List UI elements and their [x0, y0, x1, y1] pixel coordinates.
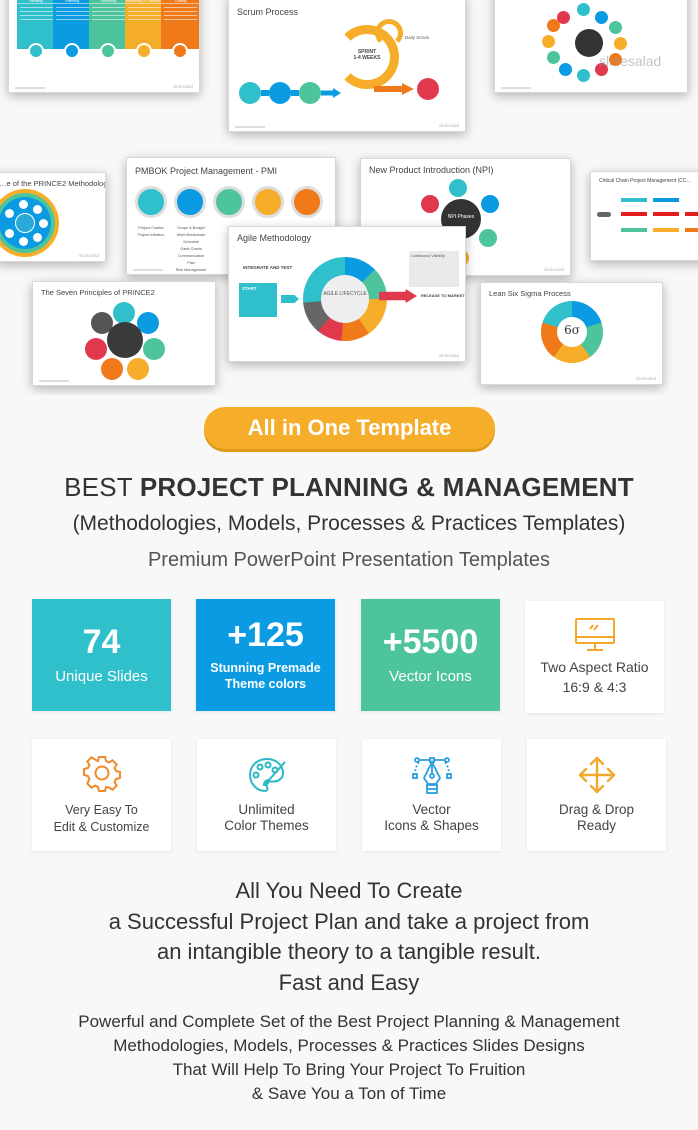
- stat-tile-vector-icons: +5500 Vector Icons: [361, 599, 500, 711]
- slide-thumbnail-benefits-mind-map: slidesalad: [494, 0, 688, 93]
- subheading: (Methodologies, Models, Processes & Prac…: [72, 512, 626, 535]
- phase-column: Monitoring & Controlling: [124, 0, 164, 59]
- magnifier-icon: [136, 43, 153, 59]
- feature-tile-easy-edit: Very Easy To Edit & Customize: [32, 739, 171, 851]
- slide-thumbnail-critical-chain: Critical Chain Project Management (CC…: [590, 171, 698, 261]
- team-icon: [64, 43, 81, 59]
- monitor-icon: [574, 617, 615, 651]
- phase-column: Initiating: [16, 0, 56, 59]
- all-in-one-template-button[interactable]: All in One Template: [204, 407, 495, 449]
- finished-work-icon: [417, 78, 439, 100]
- slide-thumbnail-agile-methodology: Agile Methodology INTEGRATE AND TEST STA…: [228, 226, 466, 362]
- sprint-planning-icon: [269, 82, 291, 104]
- palette-icon: [248, 757, 286, 792]
- stat-tile-theme-colors: +125 Stunning Premade Theme colors: [196, 599, 335, 711]
- stat-tile-unique-slides: 74 Unique Slides: [32, 599, 171, 711]
- gear-icon: [82, 756, 121, 793]
- principles-center: [107, 322, 143, 358]
- slide-thumbnail-lean-six-sigma: Lean Six Sigma Process 6σ slidesalad: [480, 282, 663, 385]
- feature-tile-drag-drop: Drag & Drop Ready: [527, 739, 666, 851]
- move-arrows-icon: [578, 756, 615, 794]
- product-type-tagline: Premium PowerPoint Presentation Template…: [147, 549, 551, 571]
- promo-tagline: All You Need To Create a Successful Proj…: [108, 878, 590, 995]
- product-backlog-icon: [239, 82, 261, 104]
- slide-thumbnail-project-phases: Initiating Planning Executing Monitoring…: [8, 0, 200, 93]
- slide-thumbnail-prince2-methodology: …e of the PRINCE2 Methodology slidesalad: [0, 172, 106, 262]
- sprint-backlog-icon: [299, 82, 321, 104]
- main-heading: BEST PROJECT PLANNING & MANAGEMENT: [64, 472, 634, 502]
- promo-description: Powerful and Complete Set of the Best Pr…: [78, 1012, 620, 1103]
- feature-tile-aspect-ratio: Two Aspect Ratio 16:9 & 4:3: [525, 601, 664, 713]
- search-icon: [28, 43, 45, 59]
- daily-loop: [375, 19, 403, 47]
- slide-thumbnail-seven-principles-prince2: The Seven Principles of PRINCE2: [32, 281, 216, 386]
- slide-thumbnail-scrum-process: Scrum Process SPRINT 1-4 WEEKS Daily Scru…: [228, 0, 466, 132]
- pen-tool-icon: [411, 756, 452, 794]
- feature-tile-color-themes: Unlimited Color Themes: [197, 739, 336, 851]
- slides-collage: Initiating Planning Executing Monitoring…: [0, 0, 698, 395]
- feature-tile-vector-shapes: Vector Icons & Shapes: [362, 739, 501, 851]
- phase-column: Planning: [52, 0, 92, 59]
- check-icon: [172, 43, 189, 59]
- phase-column: Executing: [88, 0, 128, 59]
- phase-column: Closing: [161, 0, 199, 59]
- slidesalad-watermark: slidesalad: [599, 53, 662, 69]
- gear-icon: [100, 43, 117, 59]
